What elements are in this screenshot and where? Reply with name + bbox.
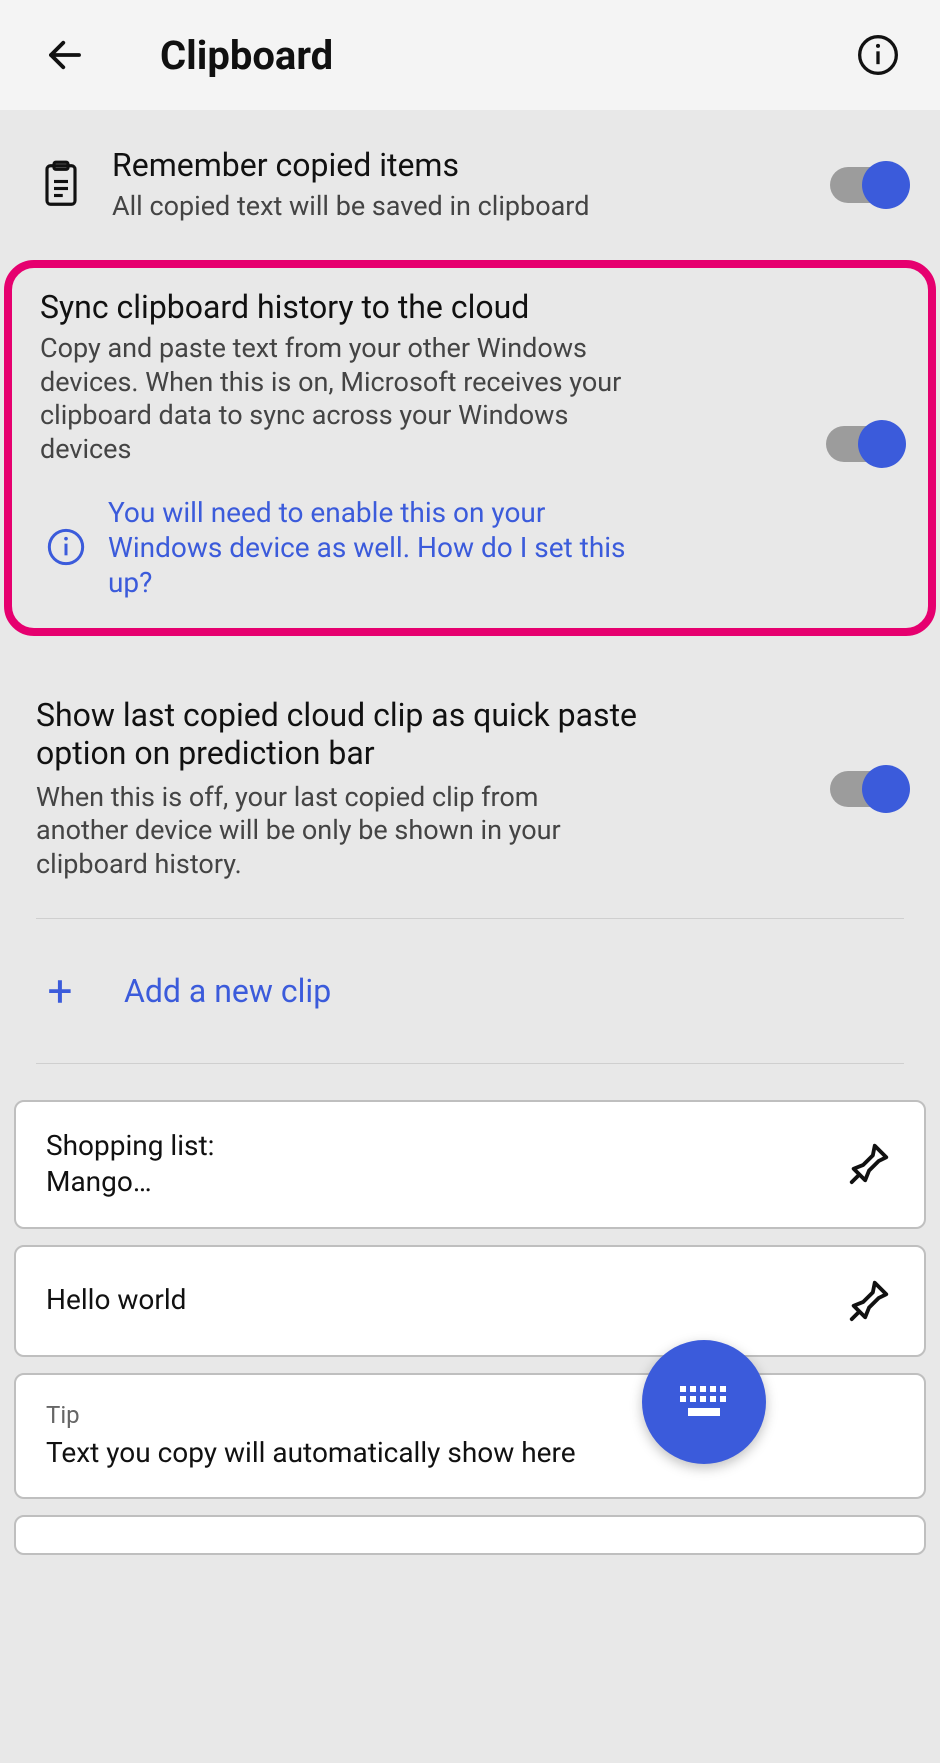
clip-item[interactable]: Hello world [14, 1245, 926, 1357]
clips-list: Shopping list: Mango… Hello world Tip Te… [0, 1064, 940, 1555]
app-header: Clipboard [0, 0, 940, 110]
sync-highlight-box: Sync clipboard history to the cloud Copy… [4, 260, 936, 636]
add-new-clip-button[interactable]: + Add a new clip [0, 919, 940, 1063]
quick-paste-subtitle: When this is off, your last copied clip … [36, 781, 636, 882]
sync-setup-link[interactable]: You will need to enable this on your Win… [108, 495, 648, 600]
add-clip-label: Add a new clip [124, 972, 331, 1010]
plus-icon: + [40, 965, 80, 1017]
tip-label: Tip [46, 1401, 894, 1429]
quick-paste-toggle[interactable] [830, 771, 904, 807]
keyboard-fab[interactable] [642, 1340, 766, 1464]
tip-text: Text you copy will automatically show he… [46, 1435, 894, 1471]
clip-text: Shopping list: Mango… [46, 1128, 846, 1201]
sync-description: Copy and paste text from your other Wind… [40, 332, 640, 467]
sync-toggle[interactable] [826, 426, 900, 462]
remember-toggle[interactable] [830, 167, 904, 203]
clipboard-icon [36, 160, 86, 210]
pin-icon [846, 1140, 892, 1186]
info-circle-icon [46, 527, 86, 567]
sync-title: Sync clipboard history to the cloud [40, 288, 800, 326]
quick-paste-setting[interactable]: Show last copied cloud clip as quick pas… [0, 636, 940, 918]
clip-text: Hello world [46, 1282, 846, 1318]
pin-icon [846, 1277, 892, 1323]
remember-copied-setting[interactable]: Remember copied items All copied text wi… [0, 110, 940, 260]
pin-button[interactable] [846, 1277, 894, 1325]
page-title: Clipboard [160, 32, 856, 79]
arrow-back-icon [44, 34, 86, 76]
back-button[interactable] [40, 30, 90, 80]
tip-card: Tip Text you copy will automatically sho… [14, 1373, 926, 1499]
clip-item[interactable]: Shopping list: Mango… [14, 1100, 926, 1229]
keyboard-icon [676, 1382, 732, 1422]
settings-content: Remember copied items All copied text wi… [0, 110, 940, 1555]
clip-item[interactable] [14, 1515, 926, 1555]
remember-subtitle: All copied text will be saved in clipboa… [112, 190, 804, 224]
info-icon [856, 33, 900, 77]
remember-title: Remember copied items [112, 146, 804, 184]
sync-cloud-setting[interactable]: Sync clipboard history to the cloud Copy… [12, 268, 928, 628]
pin-button[interactable] [846, 1140, 894, 1188]
info-button[interactable] [856, 33, 900, 77]
quick-paste-title: Show last copied cloud clip as quick pas… [36, 696, 676, 773]
